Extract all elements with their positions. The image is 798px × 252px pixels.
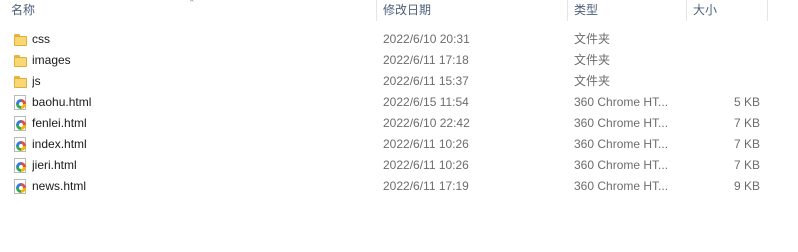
- file-size: 5 KB: [733, 95, 760, 109]
- column-header-bar: 名称 ⌃ 修改日期 类型 大小: [0, 0, 798, 21]
- modified-date: 2022/6/11 15:37: [383, 74, 469, 88]
- file-type: 360 Chrome HT...: [574, 95, 669, 109]
- file-name: index.html: [32, 137, 87, 151]
- file-size: 7 KB: [733, 158, 760, 172]
- column-divider[interactable]: [686, 0, 687, 21]
- column-divider[interactable]: [567, 0, 568, 21]
- modified-date: 2022/6/10 20:31: [383, 32, 470, 46]
- file-size: 7 KB: [733, 116, 760, 130]
- file-name: news.html: [32, 179, 87, 193]
- sort-ascending-icon: ⌃: [188, 0, 196, 8]
- folder-icon: [13, 53, 29, 69]
- file-row[interactable]: index.html 2022/6/11 10:26 360 Chrome HT..…: [0, 134, 798, 155]
- column-header-name[interactable]: 名称: [11, 0, 35, 21]
- modified-date: 2022/6/11 10:26: [383, 137, 469, 151]
- column-divider[interactable]: [767, 0, 768, 21]
- column-divider[interactable]: [376, 0, 377, 21]
- html-file-icon: [13, 137, 29, 153]
- file-type: 文件夹: [574, 53, 611, 67]
- file-row[interactable]: fenlei.html 2022/6/10 22:42 360 Chrome HT.…: [0, 113, 798, 134]
- modified-date: 2022/6/11 10:26: [383, 158, 469, 172]
- file-type: 文件夹: [574, 74, 611, 88]
- modified-date: 2022/6/11 17:18: [383, 53, 469, 67]
- file-type: 360 Chrome HT...: [574, 137, 669, 151]
- column-header-size[interactable]: 大小: [693, 0, 717, 21]
- file-type: 360 Chrome HT...: [574, 179, 669, 193]
- file-name: baohu.html: [32, 95, 92, 109]
- file-size: 7 KB: [733, 137, 760, 151]
- file-name: css: [32, 32, 50, 46]
- modified-date: 2022/6/10 22:42: [383, 116, 470, 130]
- file-size: 9 KB: [733, 179, 760, 193]
- file-row[interactable]: images 2022/6/11 17:18 文件夹: [0, 50, 798, 71]
- file-row[interactable]: news.html 2022/6/11 17:19 360 Chrome HT...…: [0, 176, 798, 197]
- file-row[interactable]: baohu.html 2022/6/15 11:54 360 Chrome HT..…: [0, 92, 798, 113]
- file-row[interactable]: js 2022/6/11 15:37 文件夹: [0, 71, 798, 92]
- folder-icon: [13, 32, 29, 48]
- html-file-icon: [13, 95, 29, 111]
- file-name: images: [32, 53, 71, 67]
- modified-date: 2022/6/11 17:19: [383, 179, 469, 193]
- column-header-type[interactable]: 类型: [574, 0, 598, 21]
- file-type: 360 Chrome HT...: [574, 158, 669, 172]
- file-type: 360 Chrome HT...: [574, 116, 669, 130]
- modified-date: 2022/6/15 11:54: [383, 95, 469, 109]
- file-name: js: [32, 74, 41, 88]
- column-header-date[interactable]: 修改日期: [383, 0, 431, 21]
- file-size: [690, 50, 760, 71]
- file-list: css 2022/6/10 20:31 文件夹 images 2022/6/11 17:…: [0, 29, 798, 197]
- file-type: 文件夹: [574, 32, 611, 46]
- file-name: fenlei.html: [32, 116, 87, 130]
- html-file-icon: [13, 158, 29, 174]
- html-file-icon: [13, 179, 29, 195]
- file-size: [690, 71, 760, 92]
- file-size: [690, 29, 760, 50]
- html-file-icon: [13, 116, 29, 132]
- file-name: jieri.html: [32, 158, 77, 172]
- file-row[interactable]: css 2022/6/10 20:31 文件夹: [0, 29, 798, 50]
- folder-icon: [13, 74, 29, 90]
- file-row[interactable]: jieri.html 2022/6/11 10:26 360 Chrome HT..…: [0, 155, 798, 176]
